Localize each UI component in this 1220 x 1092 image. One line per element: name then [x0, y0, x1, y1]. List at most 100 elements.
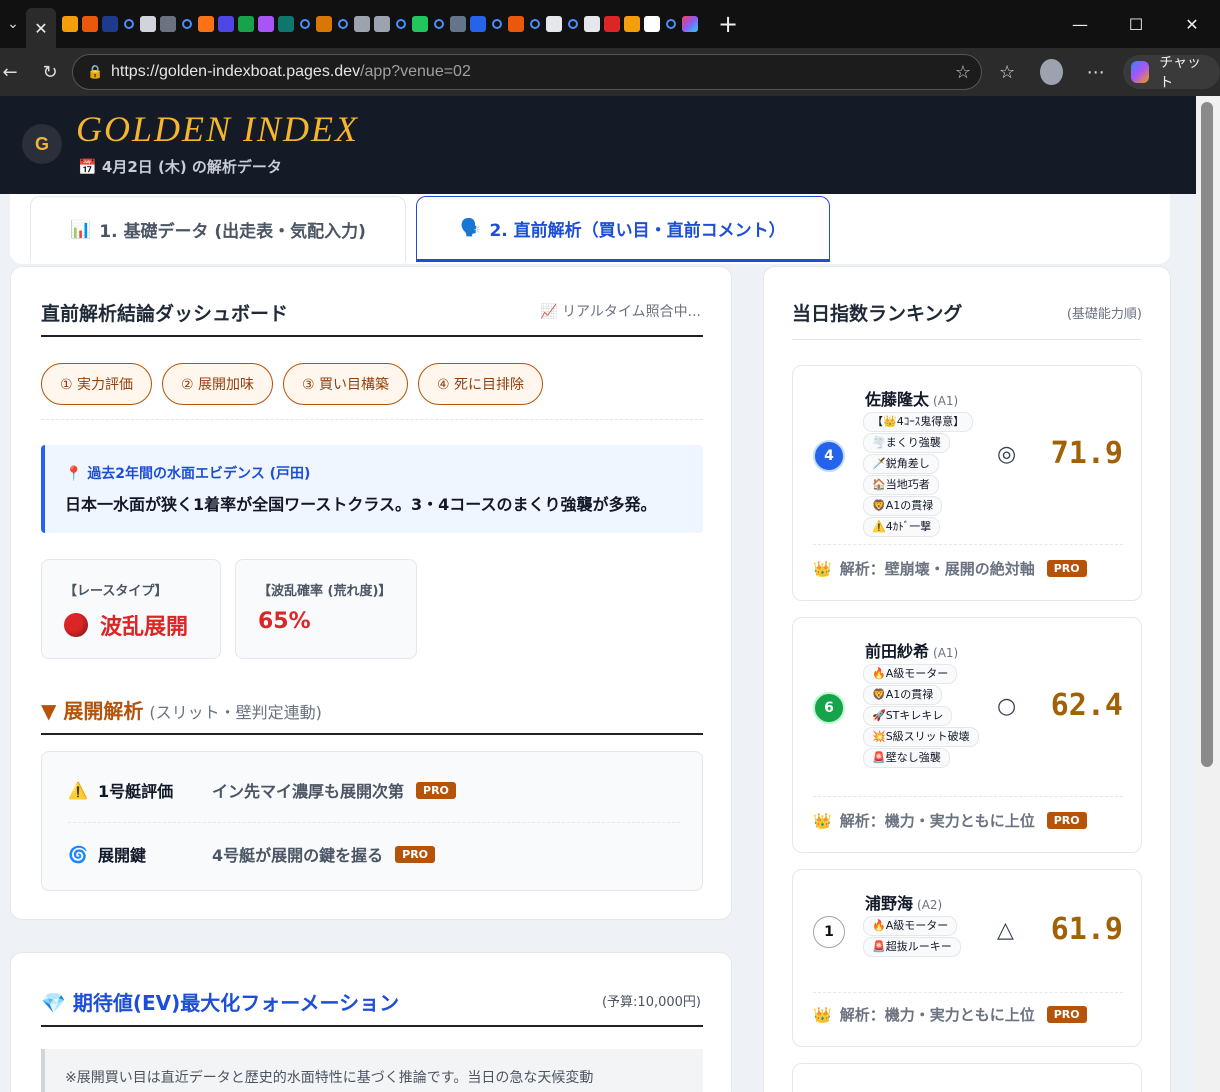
red-circle-icon: [64, 613, 88, 637]
pro-badge: PRO: [1046, 560, 1087, 577]
address-bar[interactable]: 🔒 https://golden-indexboat.pages.dev/app…: [72, 54, 982, 90]
ev-formation-card: 💎 期待値(EV)最大化フォーメーション (予算:10,000円) ※展開買い目…: [10, 952, 732, 1092]
tab-favicon[interactable]: [62, 16, 78, 32]
back-arrow-icon[interactable]: ←: [0, 62, 20, 83]
tab-favicon[interactable]: [450, 16, 466, 32]
app-header: G GOLDEN INDEX 📅 4月2日 (木) の解析データ: [0, 96, 1196, 194]
tab-favicon[interactable]: [238, 16, 254, 32]
dev-row-key: 展開鍵: [98, 846, 147, 865]
tab-favicon[interactable]: [508, 16, 524, 32]
tab-favicon[interactable]: [278, 16, 294, 32]
tab-favicon[interactable]: [354, 16, 370, 32]
title-divider: [41, 335, 703, 337]
tab-favicon[interactable]: [218, 16, 234, 32]
index-score: 61.9: [1050, 912, 1123, 947]
tab-pre-race-analysis[interactable]: 🗣️ 2. 直前解析（買い目・直前コメント）: [416, 196, 830, 262]
tab-favicon[interactable]: [300, 19, 310, 29]
boat-number-badge: 6: [813, 692, 845, 724]
tab-favicon[interactable]: [374, 16, 390, 32]
tab-favicon[interactable]: [584, 16, 600, 32]
tab-favicon[interactable]: [682, 16, 698, 32]
dev-row-value: 4号艇が展開の鍵を握る: [212, 846, 384, 865]
racer-tag: 💥S級スリット破壊: [863, 727, 979, 747]
tab-favicon[interactable]: [470, 16, 486, 32]
tab-favicon[interactable]: [338, 19, 348, 29]
tab-favicon[interactable]: [124, 19, 134, 29]
spiral-icon: 🌀: [68, 844, 88, 864]
crown-icon: 👑: [813, 559, 832, 578]
racer-tags: 🔥A級モーター 🦁A1の貫禄 🚀STキレキレ 💥S級スリット破壊 🚨壁なし強襲: [863, 664, 987, 769]
tab-favicon[interactable]: [160, 16, 176, 32]
racer-name: 前田紗希: [865, 642, 930, 661]
evidence-heading: 📍 過去2年間の水面エビデンス (戸田): [65, 463, 683, 483]
tab-favicon[interactable]: [644, 16, 660, 32]
racer-card[interactable]: 1 浦野海 (A2) 🔥A級モーター 🚨超抜ルーキー △ 61.9 👑 解析：機力・…: [792, 869, 1142, 1047]
racer-tag: ⚠️4ｶﾄﾞ一撃: [863, 517, 941, 537]
racer-card[interactable]: [792, 1063, 1142, 1092]
race-type-value-row: 波乱展開: [64, 609, 198, 641]
tab-favicon[interactable]: [434, 19, 444, 29]
dev-row: 🌀 展開鍵 4号艇が展開の鍵を握る PRO: [68, 842, 436, 866]
more-menu-icon[interactable]: ⋯: [1079, 62, 1113, 83]
tab-list-chevron-icon[interactable]: ⌄: [0, 0, 26, 48]
boat-number-badge: 1: [813, 916, 845, 948]
realtime-status-text: リアルタイム照合中...: [562, 304, 701, 320]
profile-avatar[interactable]: [1040, 59, 1063, 85]
scrollbar-thumb[interactable]: [1201, 102, 1213, 767]
dev-row-key: 1号艇評価: [98, 782, 174, 801]
close-tab-icon[interactable]: ✕: [26, 8, 56, 48]
ev-divider: [41, 1025, 703, 1027]
tab-favicon[interactable]: [140, 16, 156, 32]
minimize-icon[interactable]: —: [1052, 0, 1108, 48]
ranking-subtitle: (基礎能力順): [1066, 307, 1142, 322]
copilot-button[interactable]: チャット: [1122, 55, 1220, 91]
tab-favicon[interactable]: [198, 16, 214, 32]
tab-favicon[interactable]: [102, 16, 118, 32]
step-button[interactable]: ① 実力評価: [41, 363, 153, 405]
tab-favicon[interactable]: [412, 16, 428, 32]
crown-icon: 👑: [813, 1005, 832, 1024]
racer-card[interactable]: 6 前田紗希 (A1) 🔥A級モーター 🦁A1の貫禄 🚀STキレキレ 💥S級スリッ…: [792, 617, 1142, 853]
step-button[interactable]: ④ 死に目排除: [418, 363, 544, 405]
gem-icon: 💎: [41, 991, 73, 1015]
tab-favicon[interactable]: [568, 19, 578, 29]
tab-favicon[interactable]: [666, 19, 676, 29]
tab-favicon[interactable]: [258, 16, 274, 32]
racer-tag: 🦁A1の貫禄: [863, 496, 943, 516]
tab-favicon[interactable]: [316, 16, 332, 32]
tab-favicon[interactable]: [624, 16, 640, 32]
tab-basic-data[interactable]: 📊 1. 基礎データ (出走表・気配入力): [30, 196, 406, 262]
pro-badge: PRO: [1046, 812, 1087, 829]
lock-icon[interactable]: 🔒: [87, 65, 107, 80]
realtime-status: 📈 リアルタイム照合中...: [540, 301, 701, 321]
tab-favicon[interactable]: [604, 16, 620, 32]
pinned-tabs: [62, 16, 698, 32]
favorite-star-icon[interactable]: ☆: [955, 62, 971, 83]
tab-favicon[interactable]: [82, 16, 98, 32]
dashed-divider: [813, 544, 1123, 545]
trend-chart-icon: 📈: [540, 304, 563, 320]
racer-tags: 【👑4ｺｰｽ鬼得意】 🌪️まくり強襲 🗡️鋭角差し 🏠当地巧者 🦁A1の貫禄 ⚠…: [863, 412, 993, 538]
step-button[interactable]: ② 展開加味: [162, 363, 274, 405]
ranking-divider: [792, 339, 1142, 340]
pro-badge: PRO: [416, 781, 456, 799]
dev-row-value: イン先マイ濃厚も展開次第: [212, 782, 405, 801]
tab-favicon[interactable]: [492, 19, 502, 29]
tab-favicon[interactable]: [182, 19, 192, 29]
racer-card[interactable]: 4 佐藤隆太 (A1) 【👑4ｺｰｽ鬼得意】 🌪️まくり強襲 🗡️鋭角差し 🏠当地…: [792, 365, 1142, 601]
maximize-icon[interactable]: ☐: [1108, 0, 1164, 48]
tab-favicon[interactable]: [546, 16, 562, 32]
close-window-icon[interactable]: ✕: [1164, 0, 1220, 48]
new-tab-plus-icon[interactable]: +: [718, 10, 738, 38]
tab-pre-race-analysis-label: 2. 直前解析（買い目・直前コメント）: [489, 220, 786, 241]
tab-favicon[interactable]: [530, 19, 540, 29]
racer-class: (A2): [917, 898, 943, 912]
racer-class: (A1): [933, 394, 959, 408]
favorites-list-icon[interactable]: ☆: [990, 62, 1024, 83]
race-type-value: 波乱展開: [100, 615, 189, 640]
step-button[interactable]: ③ 買い目構築: [283, 363, 409, 405]
reload-icon[interactable]: ↻: [30, 62, 70, 83]
ev-note: ※展開買い目は直近データと歴史的水面特性に基づく推論です。当日の急な天候変動: [41, 1049, 703, 1092]
tab-favicon[interactable]: [396, 19, 406, 29]
toolbar-right: ☆ ⋯ チャット: [990, 48, 1220, 96]
